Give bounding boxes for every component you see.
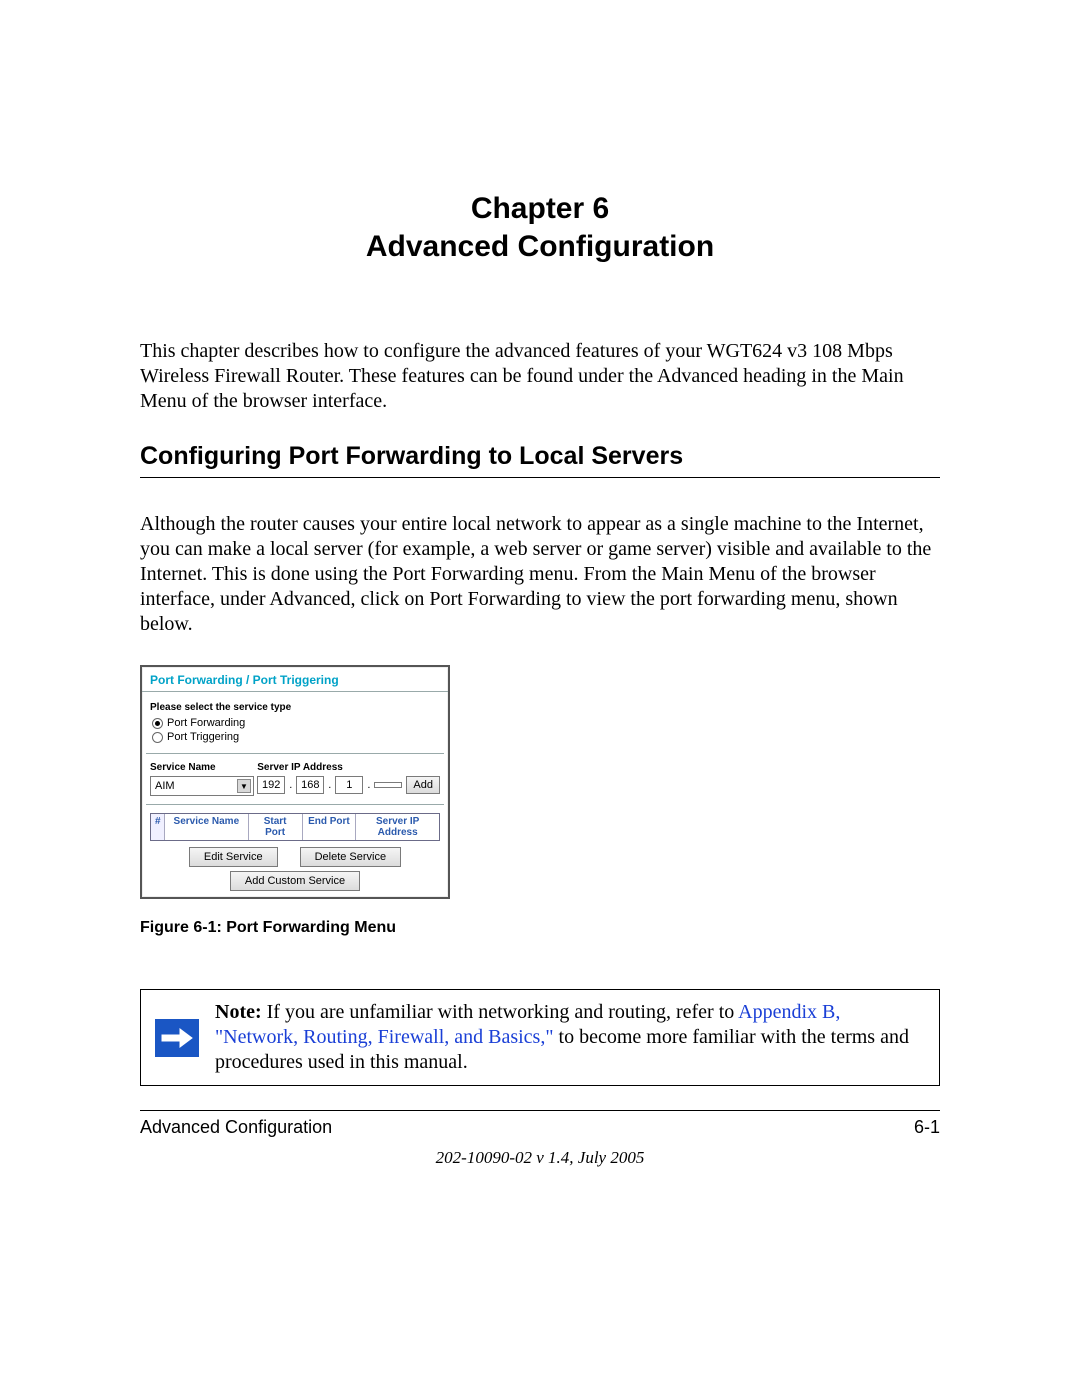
panel-separator bbox=[146, 804, 444, 805]
arrow-right-icon bbox=[155, 1019, 199, 1057]
chapter-name: Advanced Configuration bbox=[140, 228, 940, 266]
section-heading: Configuring Port Forwarding to Local Ser… bbox=[140, 442, 940, 478]
server-ip-label: Server IP Address bbox=[257, 762, 440, 773]
radio-port-triggering[interactable]: Port Triggering bbox=[142, 731, 448, 745]
note-prefix: Note: bbox=[215, 1001, 262, 1023]
radio-icon bbox=[152, 732, 163, 743]
intro-paragraph: This chapter describes how to configure … bbox=[140, 339, 940, 414]
section-paragraph: Although the router causes your entire l… bbox=[140, 512, 940, 637]
radio-label: Port Triggering bbox=[167, 731, 239, 743]
button-row-2: Add Custom Service bbox=[142, 871, 448, 891]
add-custom-service-button[interactable]: Add Custom Service bbox=[230, 871, 360, 891]
ip-octet-4[interactable] bbox=[374, 782, 402, 788]
document-page: Chapter 6 Advanced Configuration This ch… bbox=[0, 0, 1080, 1397]
footer-right: 6-1 bbox=[914, 1117, 940, 1138]
ip-octet-1[interactable]: 192 bbox=[257, 776, 285, 794]
edit-service-button[interactable]: Edit Service bbox=[189, 847, 278, 867]
th-service-name: Service Name bbox=[165, 814, 249, 840]
note-text-1: If you are unfamiliar with networking an… bbox=[262, 1001, 739, 1023]
router-panel-screenshot: Port Forwarding / Port Triggering Please… bbox=[140, 665, 450, 899]
note-box: Note: If you are unfamiliar with network… bbox=[140, 989, 940, 1086]
th-server-ip: Server IP Address bbox=[356, 814, 439, 840]
chevron-down-icon: ▼ bbox=[237, 779, 251, 793]
th-end-port: End Port bbox=[303, 814, 357, 840]
services-table-header: # Service Name Start Port End Port Serve… bbox=[150, 813, 440, 841]
footer-left: Advanced Configuration bbox=[140, 1117, 332, 1138]
ip-dot: . bbox=[367, 779, 370, 791]
chapter-title: Chapter 6 Advanced Configuration bbox=[140, 190, 940, 265]
page-footer: Advanced Configuration 6-1 bbox=[140, 1110, 940, 1138]
select-value: AIM bbox=[155, 780, 175, 792]
add-button[interactable]: Add bbox=[406, 776, 440, 794]
service-row: Service Name AIM ▼ Server IP Address 192… bbox=[142, 762, 448, 796]
radio-label: Port Forwarding bbox=[167, 717, 245, 729]
figure-caption: Figure 6-1: Port Forwarding Menu bbox=[140, 919, 940, 937]
service-name-label: Service Name bbox=[150, 762, 254, 773]
radio-port-forwarding[interactable]: Port Forwarding bbox=[142, 717, 448, 731]
note-icon-wrap bbox=[155, 1000, 199, 1075]
service-name-select[interactable]: AIM ▼ bbox=[150, 776, 254, 796]
button-row: Edit Service Delete Service bbox=[142, 847, 448, 867]
ip-octet-2[interactable]: 168 bbox=[296, 776, 324, 794]
th-hash: # bbox=[151, 814, 165, 840]
ip-dot: . bbox=[328, 779, 331, 791]
panel-separator bbox=[146, 753, 444, 754]
figure-wrap: Port Forwarding / Port Triggering Please… bbox=[140, 665, 940, 937]
delete-service-button[interactable]: Delete Service bbox=[300, 847, 402, 867]
note-text: Note: If you are unfamiliar with network… bbox=[215, 1000, 925, 1075]
ip-dot: . bbox=[289, 779, 292, 791]
th-start-port: Start Port bbox=[249, 814, 303, 840]
panel-title: Port Forwarding / Port Triggering bbox=[142, 667, 448, 692]
panel-subhead: Please select the service type bbox=[142, 692, 448, 717]
chapter-number: Chapter 6 bbox=[140, 190, 940, 228]
server-ip-inputs: 192 . 168 . 1 . Add bbox=[257, 776, 440, 794]
document-meta: 202-10090-02 v 1.4, July 2005 bbox=[140, 1148, 940, 1168]
ip-octet-3[interactable]: 1 bbox=[335, 776, 363, 794]
radio-icon bbox=[152, 718, 163, 729]
